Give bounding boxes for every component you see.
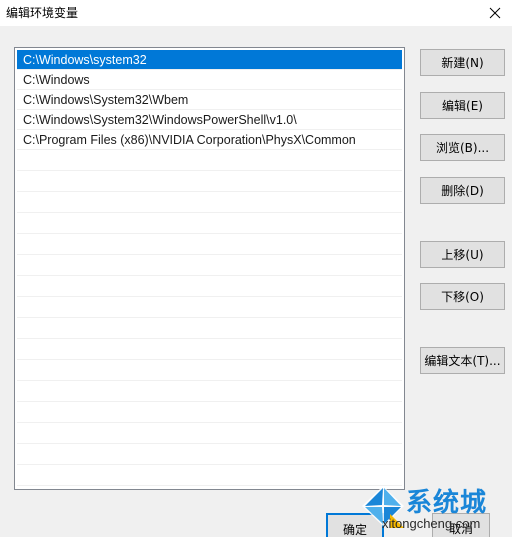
empty-list-row[interactable] bbox=[17, 297, 402, 318]
empty-list-row[interactable] bbox=[17, 444, 402, 465]
empty-list-row[interactable] bbox=[17, 213, 402, 234]
window-title: 编辑环境变量 bbox=[6, 6, 79, 20]
ok-button[interactable]: 确定 bbox=[326, 513, 384, 537]
path-list[interactable]: C:\Windows\system32 C:\Windows C:\Windows\… bbox=[14, 47, 405, 490]
empty-list-row[interactable] bbox=[17, 423, 402, 444]
browse-button[interactable]: 浏览(B)... bbox=[420, 134, 505, 161]
list-item[interactable]: C:\Windows\System32\Wbem bbox=[17, 90, 402, 110]
empty-list-row[interactable] bbox=[17, 276, 402, 297]
empty-list-row[interactable] bbox=[17, 318, 402, 339]
empty-list-row[interactable] bbox=[17, 381, 402, 402]
empty-list-row[interactable] bbox=[17, 150, 402, 171]
move-up-button[interactable]: 上移(U) bbox=[420, 241, 505, 268]
list-item[interactable]: C:\Program Files (x86)\NVIDIA Corporatio… bbox=[17, 130, 402, 150]
empty-list-row[interactable] bbox=[17, 234, 402, 255]
cancel-button[interactable]: 取消 bbox=[432, 513, 490, 537]
empty-list-row[interactable] bbox=[17, 360, 402, 381]
edit-environment-variable-dialog: 编辑环境变量 C:\Windows\system32 C:\Windows C:\W… bbox=[0, 0, 512, 537]
title-bar: 编辑环境变量 bbox=[0, 0, 512, 26]
empty-list-row[interactable] bbox=[17, 171, 402, 192]
close-icon bbox=[489, 7, 501, 19]
new-button[interactable]: 新建(N) bbox=[420, 49, 505, 76]
empty-list-row[interactable] bbox=[17, 402, 402, 423]
list-item[interactable]: C:\Windows\system32 bbox=[17, 50, 402, 70]
delete-button[interactable]: 删除(D) bbox=[420, 177, 505, 204]
list-item[interactable]: C:\Windows\System32\WindowsPowerShell\v1… bbox=[17, 110, 402, 130]
empty-list-row[interactable] bbox=[17, 339, 402, 360]
empty-list-row[interactable] bbox=[17, 255, 402, 276]
close-button[interactable] bbox=[478, 0, 512, 26]
empty-list-row[interactable] bbox=[17, 192, 402, 213]
empty-list-row[interactable] bbox=[17, 465, 402, 486]
edit-text-button[interactable]: 编辑文本(T)... bbox=[420, 347, 505, 374]
move-down-button[interactable]: 下移(O) bbox=[420, 283, 505, 310]
list-item[interactable]: C:\Windows bbox=[17, 70, 402, 90]
edit-button[interactable]: 编辑(E) bbox=[420, 92, 505, 119]
